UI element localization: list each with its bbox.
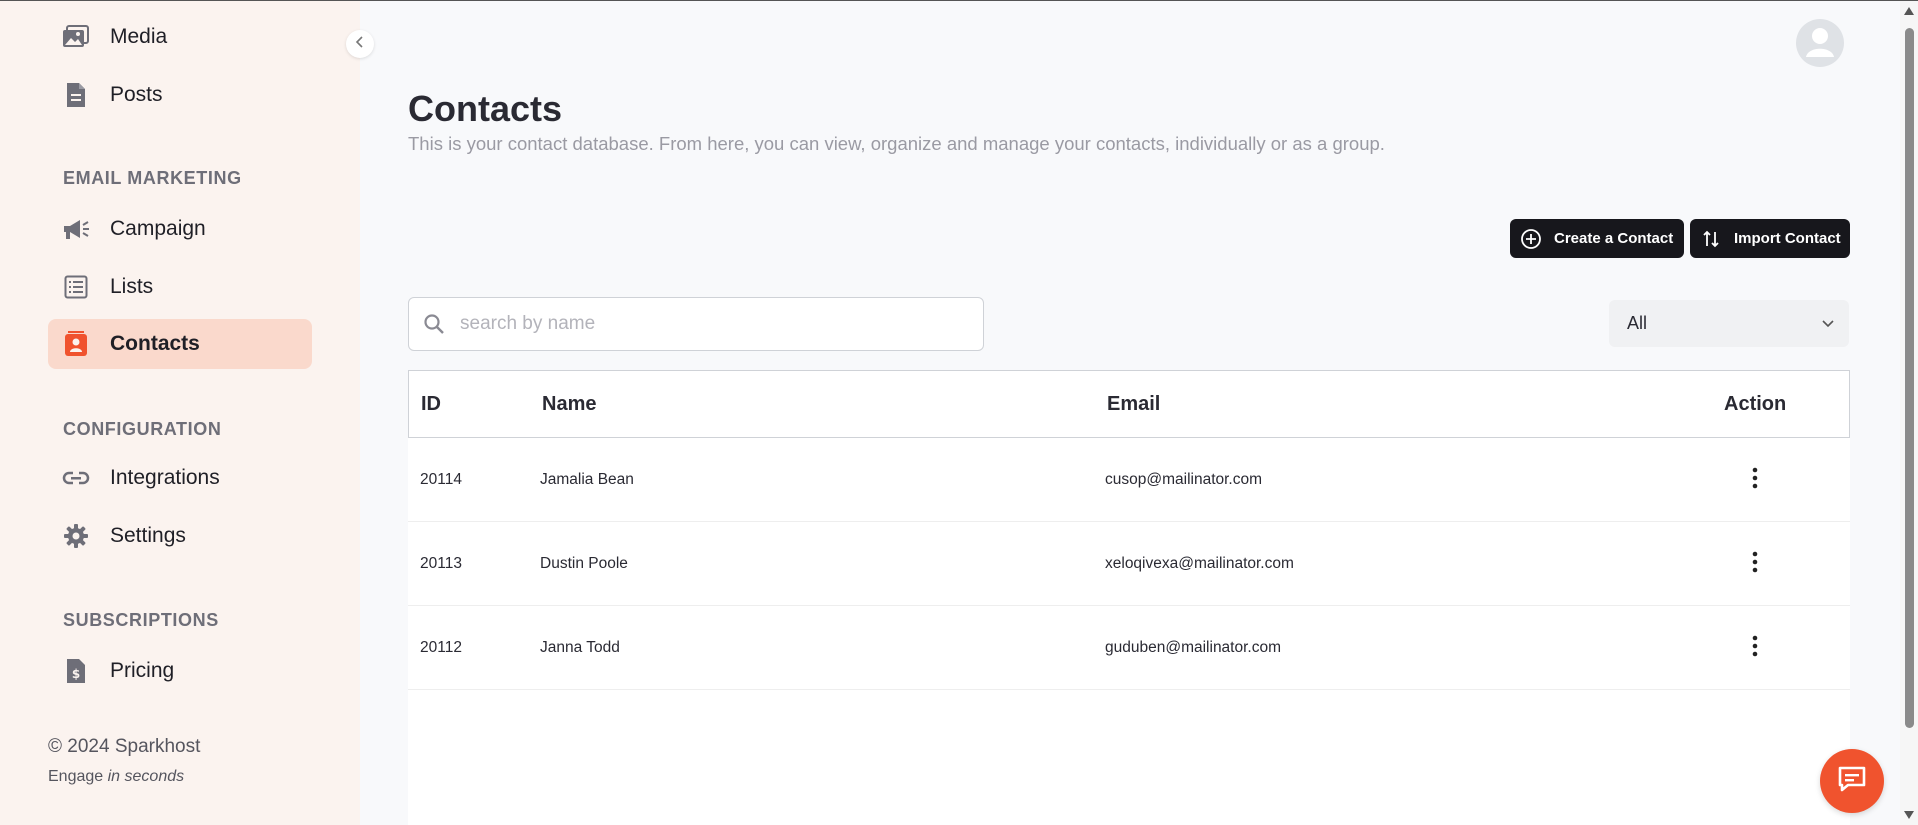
chat-icon (1837, 765, 1867, 798)
sidebar-item-label: Campaign (110, 217, 206, 240)
import-contact-label: Import Contact (1734, 230, 1841, 247)
chevron-left-icon (355, 35, 365, 53)
scroll-down-arrow-icon[interactable] (1904, 811, 1914, 819)
cell-name: Jamalia Bean (540, 471, 634, 488)
sidebar-item-media[interactable]: Media (48, 12, 312, 62)
sidebar-item-label: Settings (110, 524, 186, 547)
contacts-table: ID Name Email Action 20114 Jamalia Bean … (408, 370, 1850, 825)
column-header-id: ID (421, 393, 441, 415)
section-title-configuration: CONFIGURATION (63, 419, 222, 439)
footer-tagline: Engage in seconds (48, 768, 184, 786)
chat-support-button[interactable] (1820, 749, 1884, 813)
sidebar-item-label: Pricing (110, 659, 175, 682)
section-title-email-marketing: EMAIL MARKETING (63, 168, 242, 188)
sidebar-item-label: Media (110, 25, 168, 48)
sidebar-item-label: Posts (110, 83, 163, 106)
create-contact-label: Create a Contact (1554, 230, 1674, 247)
cell-email: cusop@mailinator.com (1105, 471, 1263, 488)
kebab-menu-icon (1752, 551, 1758, 578)
table-header: ID Name Email Action (408, 370, 1850, 438)
megaphone-icon (62, 215, 90, 243)
contacts-icon (62, 330, 90, 358)
sidebar-item-posts[interactable]: Posts (48, 70, 312, 120)
contact-filter-select[interactable]: All (1609, 300, 1849, 347)
chevron-down-icon (1821, 315, 1835, 333)
cell-id: 20112 (420, 639, 462, 656)
sidebar-item-settings[interactable]: Settings (48, 511, 312, 561)
search-input[interactable] (460, 313, 960, 335)
sort-arrows-icon (1700, 228, 1722, 250)
scroll-up-arrow-icon[interactable] (1904, 7, 1914, 15)
cell-id: 20114 (420, 471, 462, 488)
kebab-menu-icon (1752, 635, 1758, 662)
plus-circle-icon (1520, 228, 1542, 250)
sidebar-item-pricing[interactable]: $ Pricing (48, 646, 312, 696)
column-header-action: Action (1724, 393, 1787, 415)
section-title-subscriptions: SUBSCRIPTIONS (63, 610, 219, 630)
sidebar-item-campaign[interactable]: Campaign (48, 204, 312, 254)
sidebar-item-lists[interactable]: Lists (48, 262, 312, 312)
cell-email: guduben@mailinator.com (1105, 639, 1282, 656)
sidebar-item-integrations[interactable]: Integrations (48, 453, 312, 503)
create-contact-button[interactable]: Create a Contact (1510, 219, 1684, 258)
column-header-email: Email (1107, 393, 1161, 415)
link-icon (62, 464, 90, 492)
cell-name: Dustin Poole (540, 555, 628, 572)
sidebar-item-label: Lists (110, 275, 154, 298)
sidebar: Media Posts EMAIL MARKETING Campaign Lis… (0, 1, 360, 825)
row-actions-button[interactable] (1738, 462, 1772, 498)
kebab-menu-icon (1752, 467, 1758, 494)
scrollbar-thumb[interactable] (1905, 28, 1914, 728)
table-row: 20112 Janna Todd guduben@mailinator.com (408, 606, 1850, 690)
user-avatar[interactable] (1796, 19, 1844, 67)
footer-copyright: © 2024 Sparkhost (48, 736, 201, 757)
svg-text:$: $ (72, 667, 80, 681)
sidebar-item-label: Contacts (110, 332, 200, 355)
table-empty-area (408, 690, 1850, 825)
sidebar-collapse-button[interactable] (346, 30, 374, 58)
sidebar-item-label: Integrations (110, 466, 220, 489)
column-header-name: Name (542, 393, 597, 415)
table-row: 20113 Dustin Poole xeloqivexa@mailinator… (408, 522, 1850, 606)
cell-name: Janna Todd (540, 639, 620, 656)
cell-email: xeloqivexa@mailinator.com (1105, 555, 1294, 572)
tagline-emphasis: in seconds (107, 768, 185, 785)
gear-icon (62, 522, 90, 550)
vertical-scrollbar[interactable] (1900, 1, 1918, 825)
page-description: This is your contact database. From here… (408, 133, 1385, 154)
image-icon (62, 23, 90, 51)
list-icon (62, 273, 90, 301)
table-row: 20114 Jamalia Bean cusop@mailinator.com (408, 438, 1850, 522)
user-icon (1796, 19, 1844, 67)
pricing-icon: $ (62, 657, 90, 685)
search-icon (422, 312, 446, 336)
import-contact-button[interactable]: Import Contact (1690, 219, 1850, 258)
cell-id: 20113 (420, 555, 462, 572)
row-actions-button[interactable] (1738, 546, 1772, 582)
search-box (408, 297, 984, 351)
sidebar-item-contacts[interactable]: Contacts (48, 319, 312, 369)
tagline-prefix: Engage (48, 768, 104, 785)
row-actions-button[interactable] (1738, 630, 1772, 666)
filter-selected-value: All (1627, 313, 1648, 333)
page-title: Contacts (408, 88, 563, 129)
document-icon (62, 81, 90, 109)
